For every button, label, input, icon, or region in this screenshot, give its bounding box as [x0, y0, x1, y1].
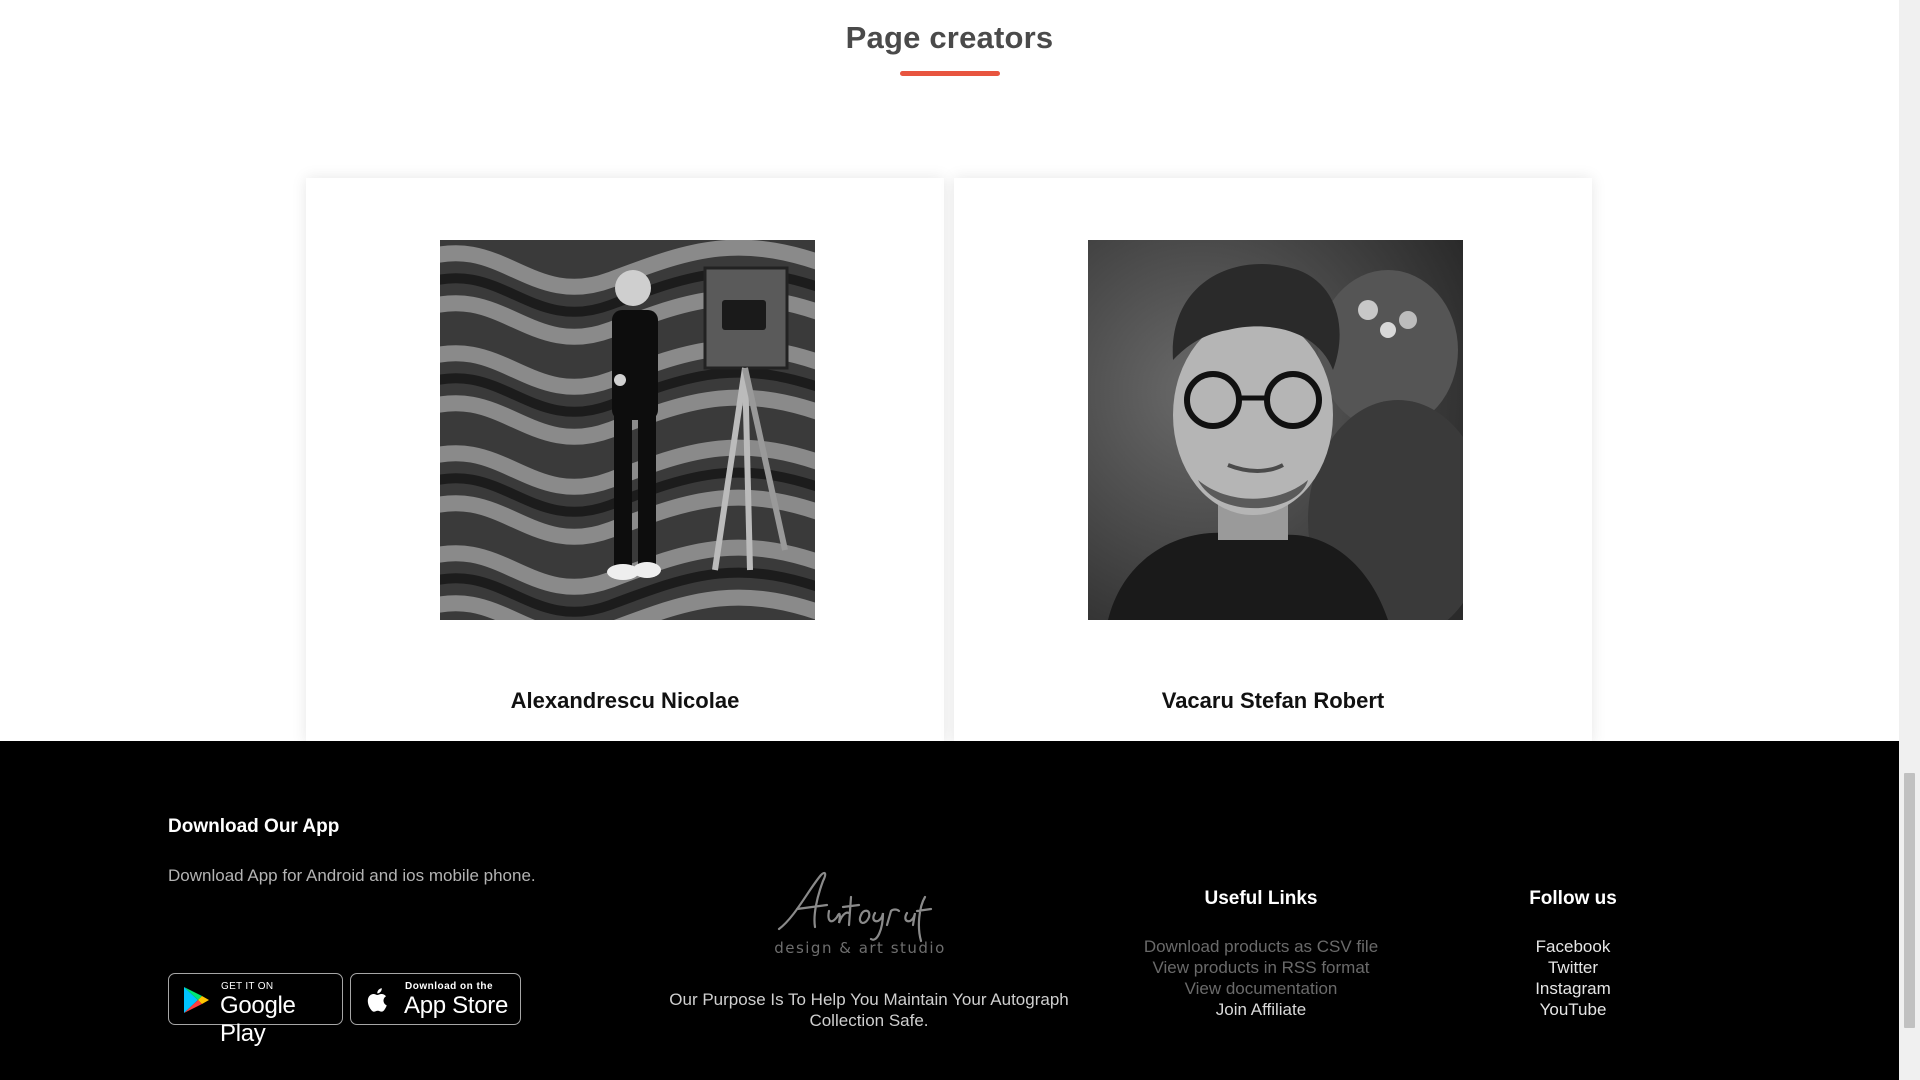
creator-card: Alexandrescu Nicolae: [306, 178, 944, 744]
creator-photo: [440, 240, 815, 620]
apple-badge-big-text: App Store: [404, 992, 509, 1019]
google-badge-small-text: GET IT ON: [221, 981, 274, 992]
page: Page creators Alexandrescu Nicolae Vacar…: [0, 0, 1899, 1080]
creator-name: Vacaru Stefan Robert: [1161, 688, 1385, 713]
follow-us-title: Follow us: [1529, 888, 1617, 909]
google-play-button[interactable]: GET IT ON Google Play: [168, 973, 343, 1047]
scrollbar-thumb[interactable]: [1904, 773, 1915, 1028]
apple-icon: [363, 985, 393, 1015]
link-twitter[interactable]: Twitter: [1423, 957, 1723, 978]
app-store-button[interactable]: Download on the App Store: [350, 973, 521, 1025]
svg-text:design & art studio: design & art studio: [774, 939, 946, 957]
apple-badge-small-text: Download on the: [405, 981, 494, 992]
vertical-scrollbar[interactable]: [1899, 0, 1920, 1080]
section-title: Page creators: [845, 20, 1054, 55]
creator-card: Vacaru Stefan Robert: [954, 178, 1592, 744]
useful-links-list: Download products as CSV file View produ…: [1111, 936, 1411, 1020]
link-facebook[interactable]: Facebook: [1423, 936, 1723, 957]
link-youtube[interactable]: YouTube: [1423, 999, 1723, 1020]
google-play-icon: [181, 985, 211, 1015]
link-rss-format[interactable]: View products in RSS format: [1111, 957, 1411, 978]
creator-name: Alexandrescu Nicolae: [510, 688, 740, 713]
download-app-title: Download Our App: [168, 816, 340, 837]
autograf-logo: design & art studio: [765, 867, 955, 959]
google-badge-big-text: Google Play: [220, 992, 296, 1047]
link-instagram[interactable]: Instagram: [1423, 978, 1723, 999]
download-app-description: Download App for Android and ios mobile …: [168, 866, 536, 885]
footer: Download Our App Download App for Androi…: [0, 741, 1899, 1080]
link-join-affiliate[interactable]: Join Affiliate: [1111, 999, 1411, 1020]
useful-links-title: Useful Links: [1204, 888, 1318, 909]
creator-photo: [1088, 240, 1463, 620]
purpose-text: Our Purpose Is To Help You Maintain Your…: [669, 990, 1069, 1030]
link-download-csv[interactable]: Download products as CSV file: [1111, 936, 1411, 957]
title-underline: [900, 71, 1000, 76]
follow-us-list: Facebook Twitter Instagram YouTube: [1423, 936, 1723, 1020]
link-documentation[interactable]: View documentation: [1111, 978, 1411, 999]
